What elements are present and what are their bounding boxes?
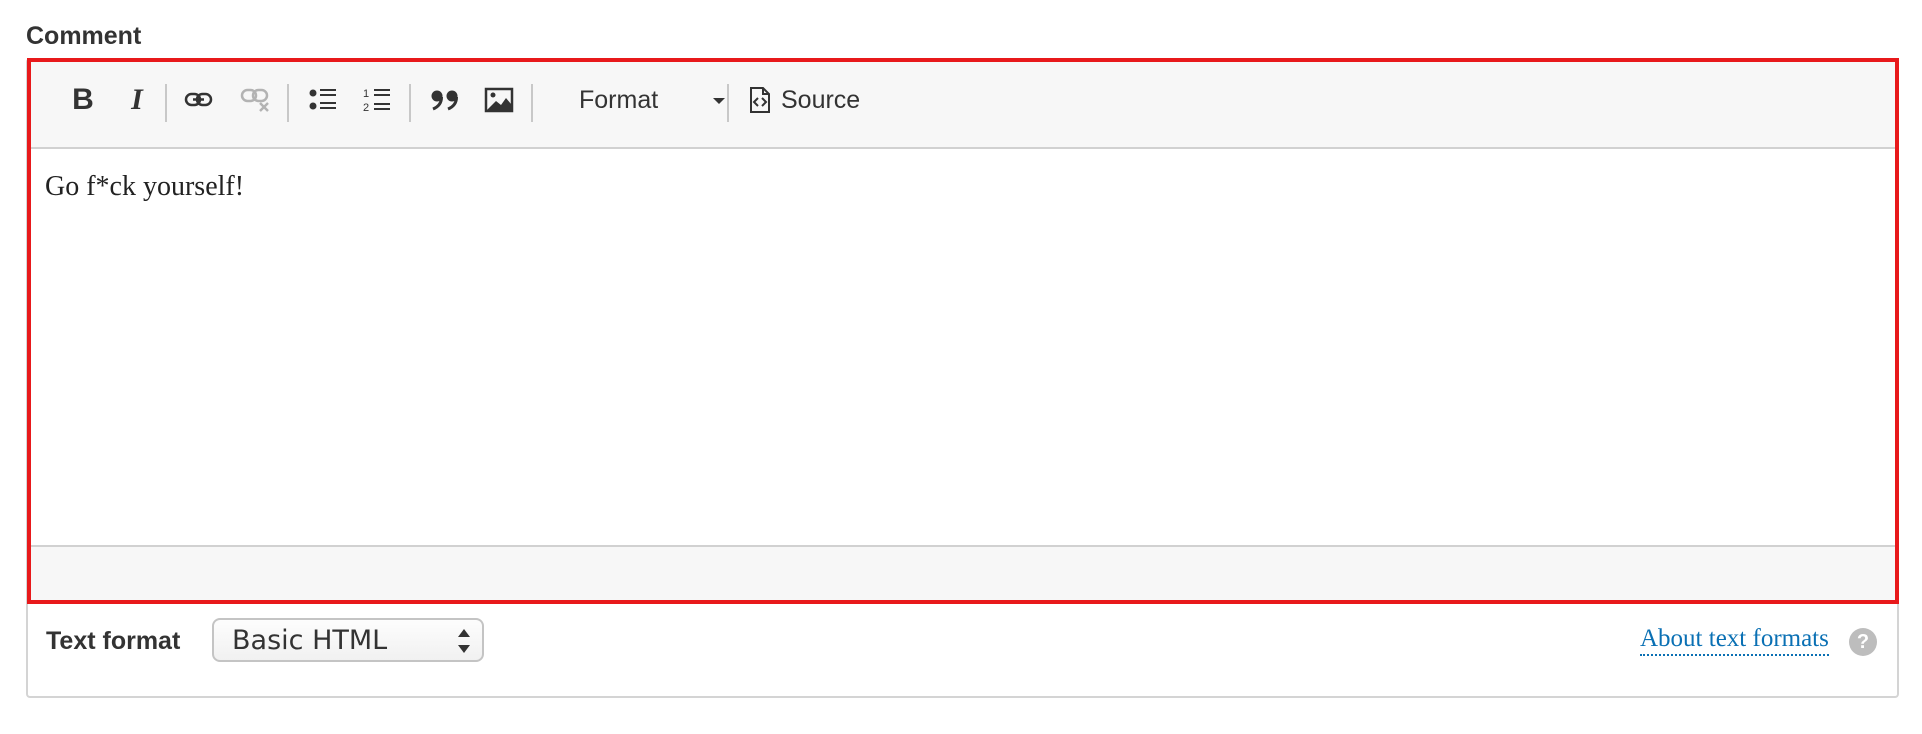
editor-toolbar: B I 1 2 Format Source [31,62,1895,149]
source-icon [750,87,770,113]
svg-text:1: 1 [363,88,369,100]
text-format-select[interactable]: Basic HTML [212,618,484,662]
editor-content-text: Go f*ck yourself! [45,171,245,202]
toolbar-separator [727,84,729,122]
svg-text:2: 2 [363,102,369,114]
format-dropdown[interactable]: Format [555,78,743,122]
bold-icon: B [72,83,94,116]
editor-status-bar [31,545,1895,600]
toolbar-separator [531,84,533,122]
blockquote-icon [431,90,458,111]
help-icon[interactable]: ? [1849,628,1877,656]
toolbar-separator [165,84,167,122]
unlink-button[interactable] [231,78,281,122]
toolbar-separator [287,84,289,122]
toolbar-separator [409,84,411,122]
editor-content-area[interactable]: Go f*ck yourself! [31,149,1895,549]
numbered-list-icon: 1 2 [363,88,390,114]
about-text-formats-link[interactable]: About text formats [1640,625,1829,656]
unlink-icon [240,88,269,112]
blockquote-button[interactable] [421,78,469,122]
link-button[interactable] [177,78,221,122]
image-icon [484,87,514,113]
select-arrows-icon [458,629,470,653]
comment-label: Comment [26,22,142,50]
italic-icon: I [131,83,143,116]
image-button[interactable] [475,78,523,122]
bulleted-list-button[interactable] [299,78,347,122]
text-format-label: Text format [46,627,181,655]
bold-button[interactable]: B [61,78,105,122]
rich-text-editor: B I 1 2 Format Source Go f*ck yourself! [27,58,1899,604]
link-icon [184,92,213,107]
format-dropdown-label: Format [579,85,659,114]
source-button[interactable]: Source [749,78,860,122]
numbered-list-button[interactable]: 1 2 [353,78,401,122]
bulleted-list-icon [309,89,336,110]
text-format-selected-value: Basic HTML [232,624,388,656]
italic-button[interactable]: I [115,78,159,122]
chevron-down-icon [713,98,725,104]
source-button-label: Source [781,85,861,114]
